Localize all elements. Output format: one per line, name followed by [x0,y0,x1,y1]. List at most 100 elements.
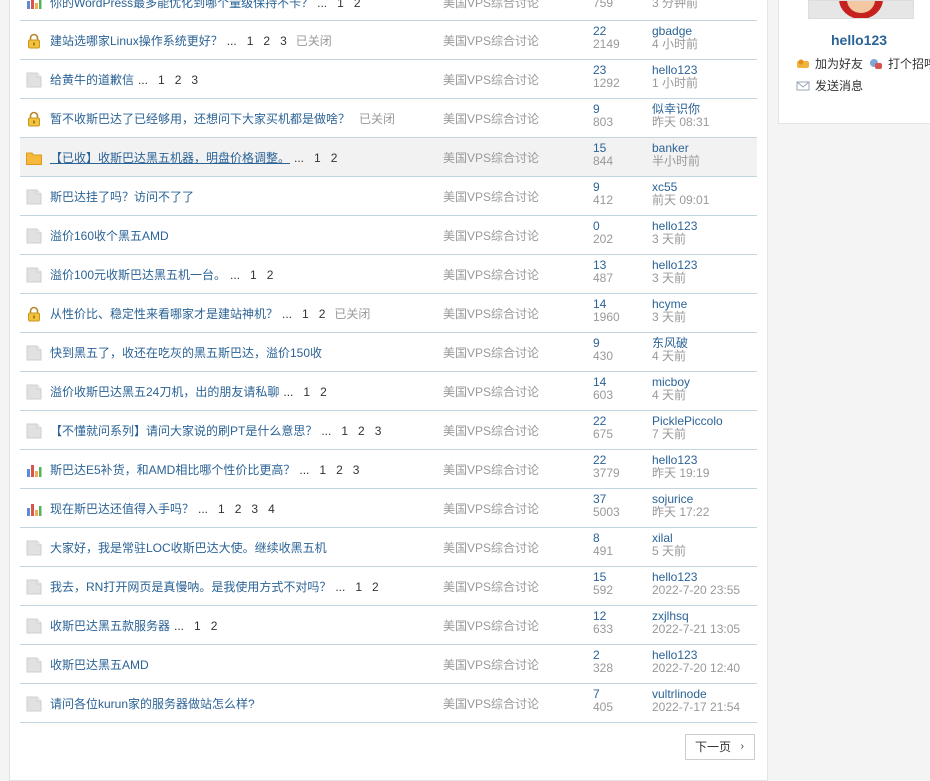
last-post-time[interactable]: 2022-7-21 13:05 [652,623,740,636]
thread-page-link[interactable]: 3 [353,463,360,477]
thread-page-link[interactable]: 1 [302,307,309,321]
thread-title-link[interactable]: 溢价收斯巴达黑五24刀机，出的朋友请私聊 [50,385,279,399]
last-post-time[interactable]: 4 小时前 [652,38,698,51]
reply-view-counts: 14 1960 [593,298,620,324]
last-post-time[interactable]: 昨天 19:19 [652,467,709,480]
thread-title-link[interactable]: 现在斯巴达还值得入手吗？ [50,502,194,516]
forum-link[interactable]: 美国VPS综合讨论 [443,305,539,322]
forum-link[interactable]: 美国VPS综合讨论 [443,344,539,361]
forum-link[interactable]: 美国VPS综合讨论 [443,422,539,439]
thread-title-cell: 收斯巴达黑五AMD [50,656,149,673]
forum-link[interactable]: 美国VPS综合讨论 [443,188,539,205]
thread-title-link[interactable]: 从性价比、稳定性来看哪家才是建站神机？ [50,307,278,321]
forum-link[interactable]: 美国VPS综合讨论 [443,227,539,244]
thread-title-link[interactable]: 建站选哪家Linux操作系统更好？ [50,34,223,48]
thread-page-link[interactable]: 3 [375,424,382,438]
last-post-time[interactable]: 3 天前 [652,233,697,246]
thread-page-link[interactable]: 2 [320,385,327,399]
thread-page-link[interactable]: 3 [191,73,198,87]
thread-page-link[interactable]: 1 [218,502,225,516]
thread-page-link[interactable]: 4 [268,502,275,516]
last-post-time[interactable]: 前天 09:01 [652,194,709,207]
thread-page-link[interactable]: 2 [235,502,242,516]
thread-page-link[interactable]: 2 [267,268,274,282]
thread-page-link[interactable]: 2 [354,0,361,10]
thread-page-link[interactable]: 2 [175,73,182,87]
forum-link[interactable]: 美国VPS综合讨论 [443,500,539,517]
thread-page-link[interactable]: 1 [319,463,326,477]
thread-title-link[interactable]: 【已收】收斯巴达黑五机器，明盘价格调整。 [50,151,290,165]
thread-title-link[interactable]: 收斯巴达黑五款服务器 [50,619,170,633]
thread-page-link[interactable]: 1 [194,619,201,633]
last-post-time[interactable]: 4 天前 [652,350,688,363]
thread-title-link[interactable]: 溢价160收个黑五AMD [50,229,169,243]
last-post-time[interactable]: 昨天 17:22 [652,506,709,519]
greet-link[interactable]: 打个招呼 [869,55,930,72]
thread-title-link[interactable]: 收斯巴达黑五AMD [50,658,149,672]
forum-link[interactable]: 美国VPS综合讨论 [443,383,539,400]
last-post-time[interactable]: 昨天 08:31 [652,116,709,129]
thread-page-link[interactable]: 1 [337,0,344,10]
thread-title-link[interactable]: 【不懂就问系列】请问大家说的刷PT是什么意思？ [50,424,317,438]
thread-page-link[interactable]: 2 [319,307,326,321]
forum-link[interactable]: 美国VPS综合讨论 [443,110,539,127]
forum-link[interactable]: 美国VPS综合讨论 [443,617,539,634]
thread-row: 【已收】收斯巴达黑五机器，明盘价格调整。... 1 2 美国VPS综合讨论 15 844 b… [20,138,757,177]
thread-title-link[interactable]: 暂不收斯巴达了已经够用，还想问下大家买机都是做啥？ [50,112,350,126]
thread-title-link[interactable]: 你的WordPress最多能优化到哪个量级保持不卡？ [50,0,313,10]
thread-title-link[interactable]: 给黄牛的道歉信 [50,73,134,87]
last-post-time[interactable]: 3 分钟前 [652,0,698,10]
thread-page-link[interactable]: 1 [314,151,321,165]
last-post-time[interactable]: 4 天前 [652,389,690,402]
last-post-time[interactable]: 3 天前 [652,272,697,285]
avatar[interactable] [808,0,914,19]
thread-title-link[interactable]: 快到黑五了，收还在吃灰的黑五斯巴达，溢价150收 [50,346,322,360]
thread-title-link[interactable]: 请问各位kurun家的服务器做站怎么样? [50,697,255,711]
thread-page-link[interactable]: 1 [355,580,362,594]
forum-link[interactable]: 美国VPS综合讨论 [443,32,539,49]
last-post-cell: xc55 前天 09:01 [652,181,709,207]
thread-page-link[interactable]: 1 [303,385,310,399]
thread-title-link[interactable]: 斯巴达E5补货，和AMD相比哪个性价比更高？ [50,463,295,477]
forum-link[interactable]: 美国VPS综合讨论 [443,0,539,11]
last-post-time[interactable]: 1 小时前 [652,77,698,90]
thread-title-link[interactable]: 大家好，我是常驻LOC收斯巴达大使。继续收黑五机 [50,541,327,555]
forum-link[interactable]: 美国VPS综合讨论 [443,578,539,595]
forum-link[interactable]: 美国VPS综合讨论 [443,695,539,712]
last-post-time[interactable]: 2022-7-20 23:55 [652,584,740,597]
add-friend-link[interactable]: 加为好友 [796,55,863,72]
last-post-cell: hello123 3 天前 [652,220,697,246]
thread-title-link[interactable]: 我去，RN打开网页是真慢呐。是我使用方式不对吗？ [50,580,331,594]
thread-page-link[interactable]: 1 [250,268,257,282]
thread-title-link[interactable]: 斯巴达挂了吗？访问不了了 [50,190,194,204]
thread-page-link[interactable]: 2 [211,619,218,633]
forum-link[interactable]: 美国VPS综合讨论 [443,149,539,166]
forum-link[interactable]: 美国VPS综合讨论 [443,461,539,478]
view-count: 2149 [593,37,620,51]
thread-row: 建站选哪家Linux操作系统更好？... 1 2 3 已关闭 美国VPS综合讨论 22 214… [20,21,757,60]
thread-page-link[interactable]: 3 [251,502,258,516]
thread-page-link[interactable]: 1 [247,34,254,48]
thread-title-link[interactable]: 溢价100元收斯巴达黑五机一台。 [50,268,226,282]
last-post-time[interactable]: 2022-7-20 12:40 [652,662,740,675]
forum-link[interactable]: 美国VPS综合讨论 [443,266,539,283]
send-message-link[interactable]: 发送消息 [796,77,863,94]
thread-page-link[interactable]: 2 [372,580,379,594]
thread-page-link[interactable]: 2 [263,34,270,48]
thread-page-link[interactable]: 1 [158,73,165,87]
last-post-time[interactable]: 5 天前 [652,545,686,558]
last-post-time[interactable]: 7 天前 [652,428,723,441]
last-post-time[interactable]: 3 天前 [652,311,687,324]
last-post-time[interactable]: 半小时前 [652,155,700,168]
last-post-time[interactable]: 2022-7-17 21:54 [652,701,740,714]
next-page-button[interactable]: 下一页 › [685,734,755,760]
profile-username[interactable]: hello123 [779,32,930,48]
thread-page-link[interactable]: 2 [336,463,343,477]
thread-page-link[interactable]: 1 [341,424,348,438]
thread-page-link[interactable]: 2 [358,424,365,438]
forum-link[interactable]: 美国VPS综合讨论 [443,539,539,556]
thread-page-link[interactable]: 2 [331,151,338,165]
forum-link[interactable]: 美国VPS综合讨论 [443,656,539,673]
thread-page-link[interactable]: 3 [280,34,287,48]
forum-link[interactable]: 美国VPS综合讨论 [443,71,539,88]
